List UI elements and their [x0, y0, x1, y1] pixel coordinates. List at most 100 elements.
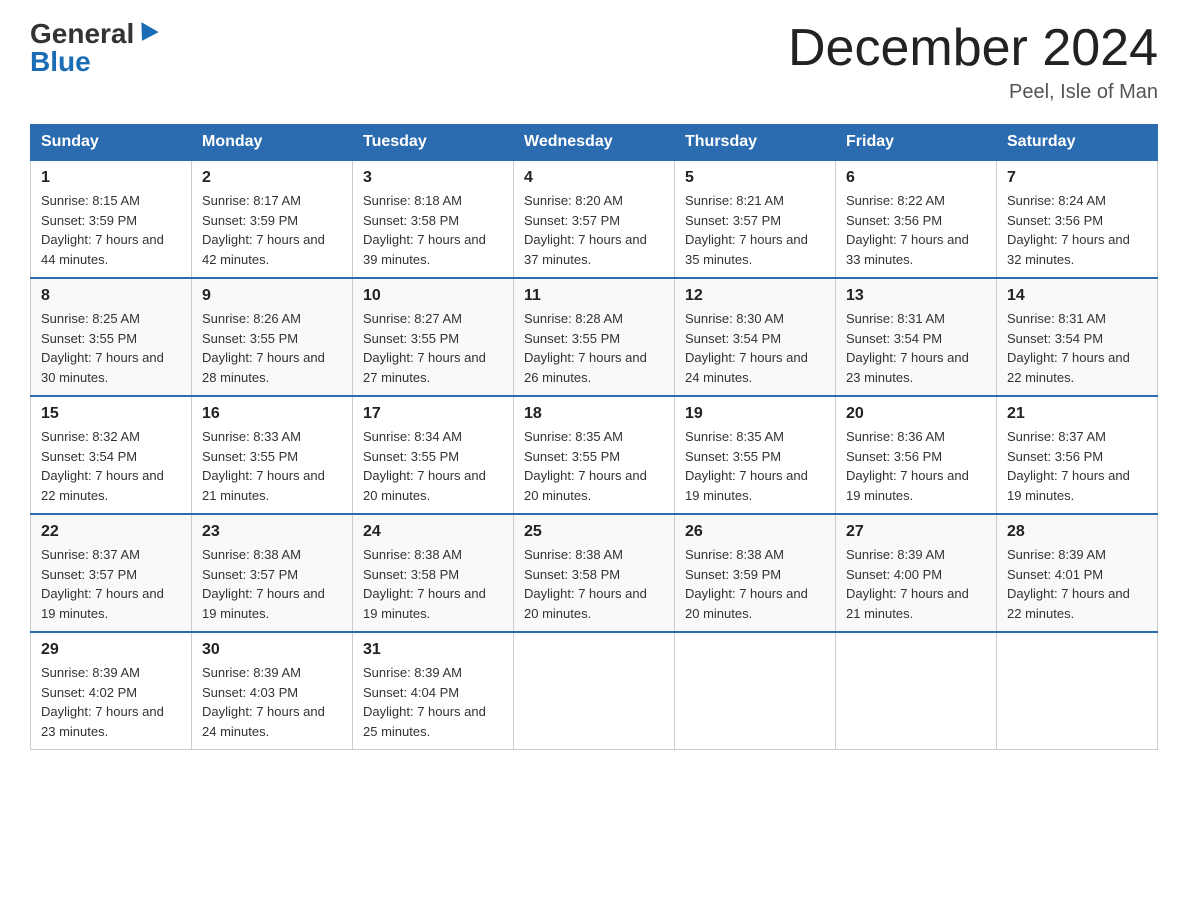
- day-number: 27: [846, 523, 986, 541]
- calendar-cell: 30 Sunrise: 8:39 AMSunset: 4:03 PMDaylig…: [192, 632, 353, 750]
- day-number: 12: [685, 287, 825, 305]
- calendar-cell: [836, 632, 997, 750]
- day-info: Sunrise: 8:30 AMSunset: 3:54 PMDaylight:…: [685, 311, 808, 385]
- day-info: Sunrise: 8:31 AMSunset: 3:54 PMDaylight:…: [1007, 311, 1130, 385]
- col-header-thursday: Thursday: [675, 125, 836, 161]
- calendar-cell: 2 Sunrise: 8:17 AMSunset: 3:59 PMDayligh…: [192, 160, 353, 278]
- calendar-cell: 22 Sunrise: 8:37 AMSunset: 3:57 PMDaylig…: [31, 514, 192, 632]
- day-number: 13: [846, 287, 986, 305]
- day-number: 3: [363, 169, 503, 187]
- day-info: Sunrise: 8:39 AMSunset: 4:01 PMDaylight:…: [1007, 547, 1130, 621]
- day-info: Sunrise: 8:38 AMSunset: 3:58 PMDaylight:…: [524, 547, 647, 621]
- calendar-cell: 31 Sunrise: 8:39 AMSunset: 4:04 PMDaylig…: [353, 632, 514, 750]
- calendar-cell: 12 Sunrise: 8:30 AMSunset: 3:54 PMDaylig…: [675, 278, 836, 396]
- calendar-cell: 19 Sunrise: 8:35 AMSunset: 3:55 PMDaylig…: [675, 396, 836, 514]
- day-number: 22: [41, 523, 181, 541]
- day-info: Sunrise: 8:26 AMSunset: 3:55 PMDaylight:…: [202, 311, 325, 385]
- day-info: Sunrise: 8:39 AMSunset: 4:03 PMDaylight:…: [202, 665, 325, 739]
- calendar-cell: 14 Sunrise: 8:31 AMSunset: 3:54 PMDaylig…: [997, 278, 1158, 396]
- day-number: 18: [524, 405, 664, 423]
- day-number: 24: [363, 523, 503, 541]
- calendar-cell: 20 Sunrise: 8:36 AMSunset: 3:56 PMDaylig…: [836, 396, 997, 514]
- day-number: 6: [846, 169, 986, 187]
- day-number: 1: [41, 169, 181, 187]
- day-number: 2: [202, 169, 342, 187]
- calendar-cell: 9 Sunrise: 8:26 AMSunset: 3:55 PMDayligh…: [192, 278, 353, 396]
- day-number: 29: [41, 641, 181, 659]
- calendar-cell: 25 Sunrise: 8:38 AMSunset: 3:58 PMDaylig…: [514, 514, 675, 632]
- week-row-5: 29 Sunrise: 8:39 AMSunset: 4:02 PMDaylig…: [31, 632, 1158, 750]
- week-row-2: 8 Sunrise: 8:25 AMSunset: 3:55 PMDayligh…: [31, 278, 1158, 396]
- calendar-cell: 16 Sunrise: 8:33 AMSunset: 3:55 PMDaylig…: [192, 396, 353, 514]
- calendar-cell: 15 Sunrise: 8:32 AMSunset: 3:54 PMDaylig…: [31, 396, 192, 514]
- calendar-cell: 18 Sunrise: 8:35 AMSunset: 3:55 PMDaylig…: [514, 396, 675, 514]
- calendar-cell: 8 Sunrise: 8:25 AMSunset: 3:55 PMDayligh…: [31, 278, 192, 396]
- day-number: 16: [202, 405, 342, 423]
- day-info: Sunrise: 8:27 AMSunset: 3:55 PMDaylight:…: [363, 311, 486, 385]
- col-header-tuesday: Tuesday: [353, 125, 514, 161]
- calendar-cell: 26 Sunrise: 8:38 AMSunset: 3:59 PMDaylig…: [675, 514, 836, 632]
- day-info: Sunrise: 8:39 AMSunset: 4:04 PMDaylight:…: [363, 665, 486, 739]
- day-number: 17: [363, 405, 503, 423]
- day-info: Sunrise: 8:33 AMSunset: 3:55 PMDaylight:…: [202, 429, 325, 503]
- month-title: December 2024: [788, 20, 1158, 77]
- day-info: Sunrise: 8:31 AMSunset: 3:54 PMDaylight:…: [846, 311, 969, 385]
- calendar-cell: 23 Sunrise: 8:38 AMSunset: 3:57 PMDaylig…: [192, 514, 353, 632]
- day-info: Sunrise: 8:39 AMSunset: 4:00 PMDaylight:…: [846, 547, 969, 621]
- calendar-cell: 11 Sunrise: 8:28 AMSunset: 3:55 PMDaylig…: [514, 278, 675, 396]
- page-header: General Blue December 2024 Peel, Isle of…: [30, 20, 1158, 104]
- calendar-cell: [675, 632, 836, 750]
- logo-blue-text: Blue: [30, 48, 156, 76]
- logo: General Blue: [30, 20, 156, 76]
- day-info: Sunrise: 8:34 AMSunset: 3:55 PMDaylight:…: [363, 429, 486, 503]
- calendar-table: SundayMondayTuesdayWednesdayThursdayFrid…: [30, 124, 1158, 750]
- day-number: 20: [846, 405, 986, 423]
- day-number: 21: [1007, 405, 1147, 423]
- day-number: 14: [1007, 287, 1147, 305]
- day-info: Sunrise: 8:37 AMSunset: 3:56 PMDaylight:…: [1007, 429, 1130, 503]
- calendar-cell: 17 Sunrise: 8:34 AMSunset: 3:55 PMDaylig…: [353, 396, 514, 514]
- calendar-cell: 27 Sunrise: 8:39 AMSunset: 4:00 PMDaylig…: [836, 514, 997, 632]
- day-info: Sunrise: 8:25 AMSunset: 3:55 PMDaylight:…: [41, 311, 164, 385]
- calendar-cell: 3 Sunrise: 8:18 AMSunset: 3:58 PMDayligh…: [353, 160, 514, 278]
- day-number: 8: [41, 287, 181, 305]
- col-header-monday: Monday: [192, 125, 353, 161]
- logo-triangle-icon: [134, 22, 159, 46]
- calendar-cell: [997, 632, 1158, 750]
- day-number: 5: [685, 169, 825, 187]
- day-info: Sunrise: 8:39 AMSunset: 4:02 PMDaylight:…: [41, 665, 164, 739]
- day-info: Sunrise: 8:35 AMSunset: 3:55 PMDaylight:…: [685, 429, 808, 503]
- col-header-wednesday: Wednesday: [514, 125, 675, 161]
- day-info: Sunrise: 8:15 AMSunset: 3:59 PMDaylight:…: [41, 193, 164, 267]
- day-number: 9: [202, 287, 342, 305]
- col-header-sunday: Sunday: [31, 125, 192, 161]
- calendar-cell: 5 Sunrise: 8:21 AMSunset: 3:57 PMDayligh…: [675, 160, 836, 278]
- day-number: 4: [524, 169, 664, 187]
- day-number: 7: [1007, 169, 1147, 187]
- col-header-saturday: Saturday: [997, 125, 1158, 161]
- day-info: Sunrise: 8:38 AMSunset: 3:59 PMDaylight:…: [685, 547, 808, 621]
- day-number: 31: [363, 641, 503, 659]
- day-info: Sunrise: 8:38 AMSunset: 3:58 PMDaylight:…: [363, 547, 486, 621]
- calendar-cell: 21 Sunrise: 8:37 AMSunset: 3:56 PMDaylig…: [997, 396, 1158, 514]
- day-info: Sunrise: 8:32 AMSunset: 3:54 PMDaylight:…: [41, 429, 164, 503]
- calendar-cell: 13 Sunrise: 8:31 AMSunset: 3:54 PMDaylig…: [836, 278, 997, 396]
- day-info: Sunrise: 8:35 AMSunset: 3:55 PMDaylight:…: [524, 429, 647, 503]
- day-number: 10: [363, 287, 503, 305]
- calendar-cell: 4 Sunrise: 8:20 AMSunset: 3:57 PMDayligh…: [514, 160, 675, 278]
- calendar-cell: 10 Sunrise: 8:27 AMSunset: 3:55 PMDaylig…: [353, 278, 514, 396]
- header-row: SundayMondayTuesdayWednesdayThursdayFrid…: [31, 125, 1158, 161]
- day-number: 23: [202, 523, 342, 541]
- week-row-4: 22 Sunrise: 8:37 AMSunset: 3:57 PMDaylig…: [31, 514, 1158, 632]
- day-info: Sunrise: 8:24 AMSunset: 3:56 PMDaylight:…: [1007, 193, 1130, 267]
- calendar-cell: 29 Sunrise: 8:39 AMSunset: 4:02 PMDaylig…: [31, 632, 192, 750]
- day-info: Sunrise: 8:37 AMSunset: 3:57 PMDaylight:…: [41, 547, 164, 621]
- day-info: Sunrise: 8:28 AMSunset: 3:55 PMDaylight:…: [524, 311, 647, 385]
- day-info: Sunrise: 8:17 AMSunset: 3:59 PMDaylight:…: [202, 193, 325, 267]
- calendar-cell: 24 Sunrise: 8:38 AMSunset: 3:58 PMDaylig…: [353, 514, 514, 632]
- week-row-3: 15 Sunrise: 8:32 AMSunset: 3:54 PMDaylig…: [31, 396, 1158, 514]
- day-number: 26: [685, 523, 825, 541]
- calendar-cell: [514, 632, 675, 750]
- day-number: 25: [524, 523, 664, 541]
- day-number: 19: [685, 405, 825, 423]
